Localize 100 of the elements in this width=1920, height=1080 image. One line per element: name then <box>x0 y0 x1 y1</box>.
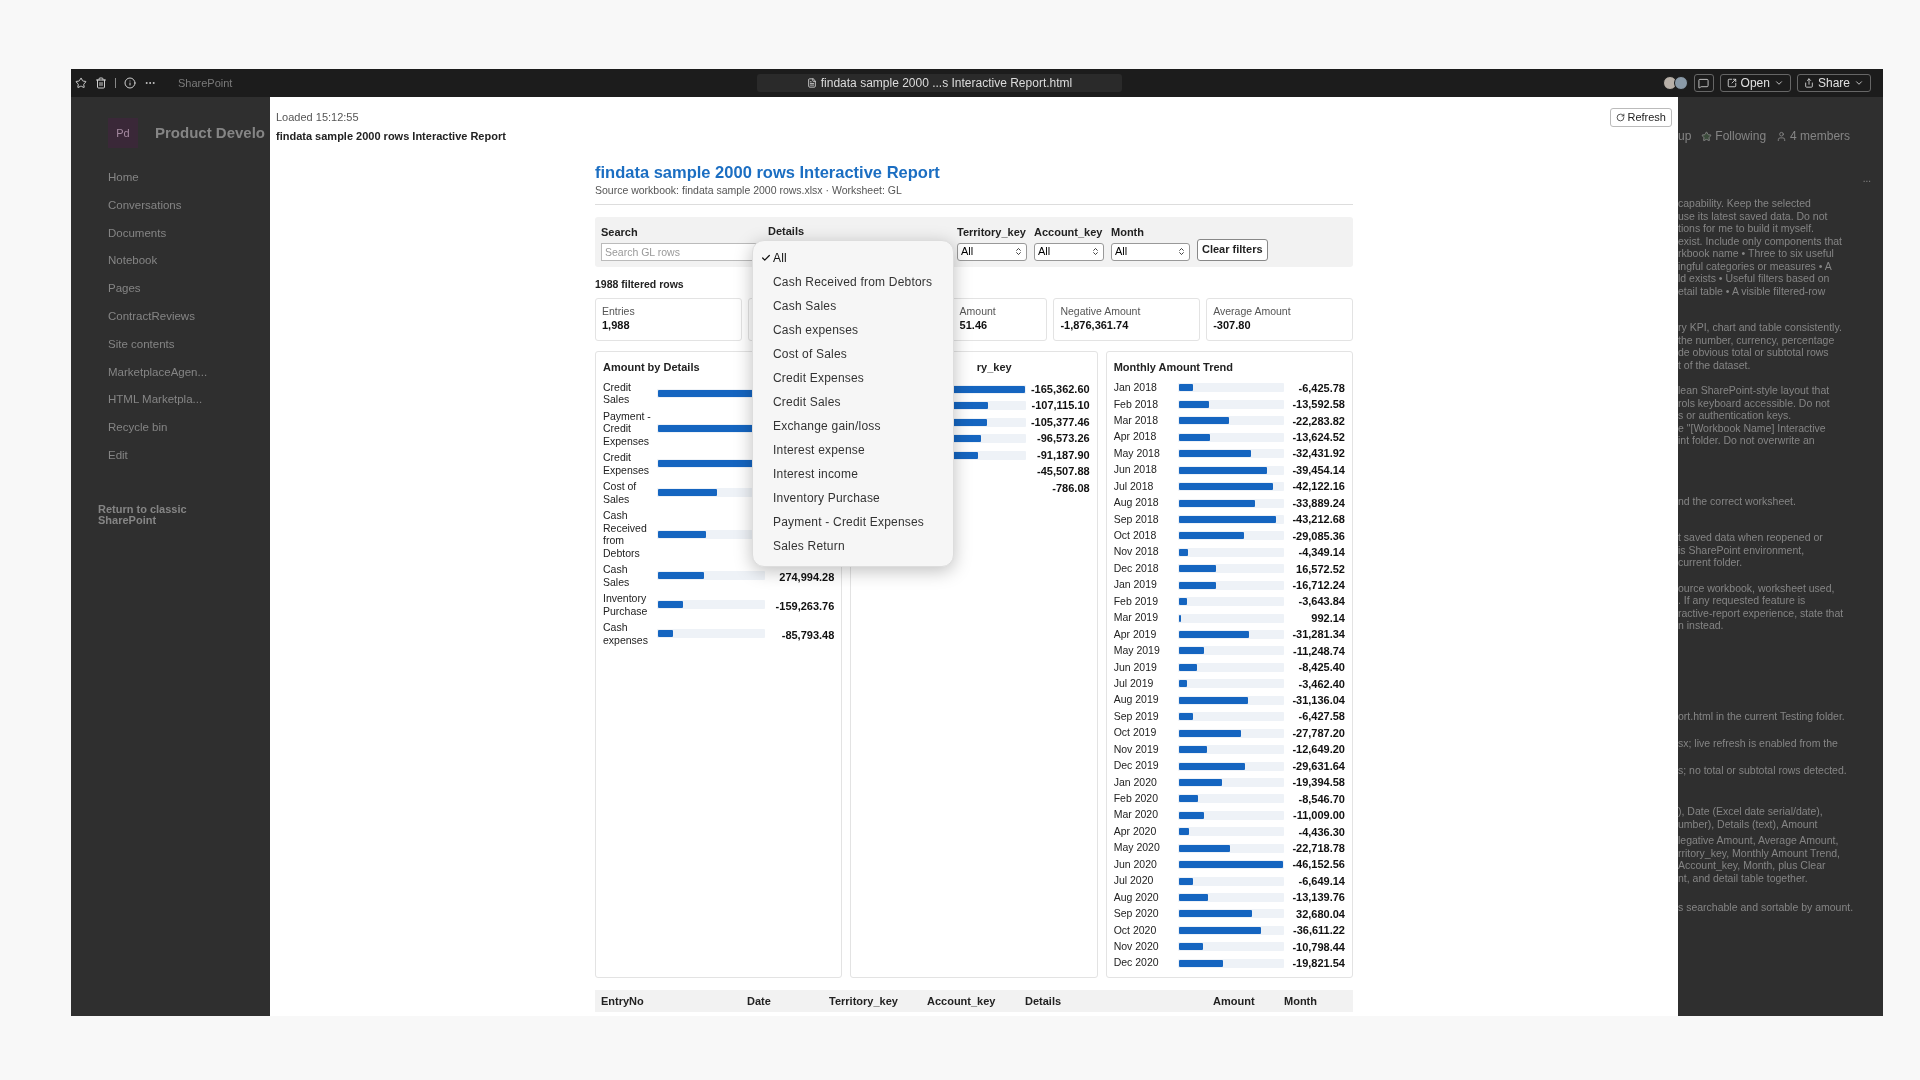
chart-label: Aug 2020 <box>1113 889 1160 905</box>
chart-value: -6,427.58 <box>1297 709 1345 725</box>
text-line: ort.html in the current Testing folder. <box>1678 709 1846 722</box>
chart-value: -43,212.68 <box>1291 512 1345 528</box>
comment-icon <box>1698 77 1710 89</box>
filter-select[interactable]: All <box>1111 242 1190 261</box>
nav-link[interactable]: Documents <box>108 219 270 248</box>
text-line: e "[Workbook Name] Interactive <box>1678 421 1827 434</box>
chart-value: -31,136.04 <box>1291 693 1345 709</box>
nav-link[interactable]: HTML Marketpla... <box>108 386 270 415</box>
document-icon <box>806 78 817 88</box>
open-button[interactable]: Open <box>1719 74 1791 92</box>
kpi-label: Amount <box>959 305 997 319</box>
column-header[interactable]: EntryNo <box>601 993 747 1010</box>
filter-label: Account_key <box>1034 225 1104 240</box>
chart-label: Jan 2019 <box>1113 577 1158 593</box>
chart-value: -85,793.48 <box>781 628 835 641</box>
chart-value: -13,139.76 <box>1291 890 1345 906</box>
chart-label: Sep 2019 <box>1113 708 1160 724</box>
dropdown-option[interactable]: Exchange gain/loss <box>753 413 953 438</box>
column-header[interactable]: Details <box>1025 993 1213 1010</box>
text-line: etail table • A visible filtered-row <box>1678 284 1827 297</box>
dropdown-option[interactable]: Cash Sales <box>753 293 953 318</box>
kpi-value: 1,988 <box>602 318 631 333</box>
chart-label: Oct 2020 <box>1113 922 1158 938</box>
text-line: nt, and detail table together. <box>1678 871 1809 884</box>
share-icon <box>1803 78 1814 88</box>
nav-link[interactable]: MarketplaceAgen... <box>108 358 270 387</box>
chart-value: -786.08 <box>1051 480 1090 496</box>
avatar <box>1673 76 1688 90</box>
dropdown-option[interactable]: Interest expense <box>753 437 953 462</box>
filter-label: Details <box>768 223 806 239</box>
nav-link[interactable]: Pages <box>108 275 270 303</box>
chart-value: -11,248.74 <box>1292 643 1345 659</box>
avatar <box>1662 76 1677 90</box>
chart-value: -27,787.20 <box>1291 725 1345 741</box>
chart-value: -39,454.14 <box>1291 462 1345 478</box>
nav-link[interactable]: Conversations <box>108 191 270 220</box>
star-icon[interactable] <box>75 77 87 89</box>
dropdown-option[interactable]: Sales Return <box>753 533 953 558</box>
kpi-value: -307.80 <box>1213 318 1252 333</box>
file-title: findata sample 2000 rows Interactive Report <box>276 129 507 144</box>
trash-icon[interactable] <box>95 77 107 89</box>
members-button[interactable]: 4 members <box>1776 127 1851 145</box>
avatar-group[interactable] <box>1662 76 1688 90</box>
nav-link[interactable]: Site contents <box>108 330 270 359</box>
column-header[interactable]: Account_key <box>927 993 1025 1010</box>
nav-link[interactable]: Edit <box>108 441 270 470</box>
kpi-label: Average Amount <box>1213 305 1292 319</box>
column-header[interactable]: Date <box>747 993 829 1010</box>
text-line: the number, currency, percentage <box>1678 333 1836 346</box>
filter-label: Search <box>601 225 639 240</box>
chart-label: Inventory Purchase <box>603 592 649 618</box>
column-header[interactable]: Amount <box>1213 993 1284 1010</box>
chart-label: Dec 2018 <box>1113 560 1160 576</box>
column-header[interactable]: Territory_key <box>829 993 927 1010</box>
chart-label: Oct 2018 <box>1113 528 1158 544</box>
filter-select[interactable]: All <box>957 242 1027 261</box>
dropdown-option[interactable]: Credit Sales <box>753 389 953 414</box>
chart-label: Apr 2019 <box>1113 626 1158 642</box>
more-button[interactable]: ... <box>1862 171 1871 186</box>
clear-filters-button[interactable]: Clear filters <box>1197 238 1268 261</box>
filter-select[interactable]: All <box>1034 242 1104 261</box>
dropdown-option[interactable]: Inventory Purchase <box>753 485 953 510</box>
text-line: int folder. Do not overwrite an <box>1678 434 1816 447</box>
chart-value: -13,592.58 <box>1291 397 1345 413</box>
nav-link[interactable]: Notebook <box>108 247 270 276</box>
nav-link[interactable]: Recycle bin <box>108 414 270 442</box>
column-header[interactable]: Month <box>1284 993 1347 1010</box>
loaded-time: Loaded 15:12:55 <box>276 110 359 126</box>
refresh-button[interactable]: Refresh <box>1610 108 1672 127</box>
chart-label: Aug 2018 <box>1113 495 1160 511</box>
nav-link[interactable]: Home <box>108 164 270 192</box>
chart-label: Mar 2019 <box>1113 610 1159 626</box>
nav-link[interactable]: ContractReviews <box>108 303 270 331</box>
share-button[interactable]: Share <box>1796 74 1871 92</box>
following-button[interactable]: Following <box>1701 127 1767 145</box>
chart-value: -6,649.14 <box>1297 873 1345 889</box>
chart-value: -6,425.78 <box>1297 380 1345 396</box>
chart-value: -19,394.58 <box>1291 775 1345 791</box>
dropdown-option[interactable]: Cash Received from Debtors <box>753 269 953 294</box>
dropdown-option[interactable]: Cost of Sales <box>753 341 953 366</box>
info-icon[interactable] <box>124 77 136 89</box>
comment-button[interactable] <box>1693 74 1714 92</box>
select-arrows-icon <box>1091 247 1100 256</box>
dropdown-option[interactable]: Payment - Credit Expenses <box>753 509 953 534</box>
dropdown-option[interactable]: Credit Expenses <box>753 365 953 390</box>
text-line: n instead. <box>1678 619 1725 632</box>
chart-value: -3,462.40 <box>1297 676 1345 692</box>
chart-value: 16,572.52 <box>1295 561 1345 577</box>
text-line: nd the correct worksheet. <box>1678 494 1797 507</box>
chart-value: -33,889.24 <box>1291 495 1345 511</box>
chart-label: Oct 2019 <box>1113 725 1158 741</box>
return-link[interactable]: Return to classic SharePoint <box>98 503 218 526</box>
dropdown-option[interactable]: Cash expenses <box>753 317 953 342</box>
kpi-value: 51.46 <box>959 318 989 333</box>
header-fragment: up <box>1678 128 1692 145</box>
chart-label: Aug 2019 <box>1113 692 1160 708</box>
chart-label: Apr 2018 <box>1113 429 1158 445</box>
dropdown-option[interactable]: Interest income <box>753 461 953 486</box>
